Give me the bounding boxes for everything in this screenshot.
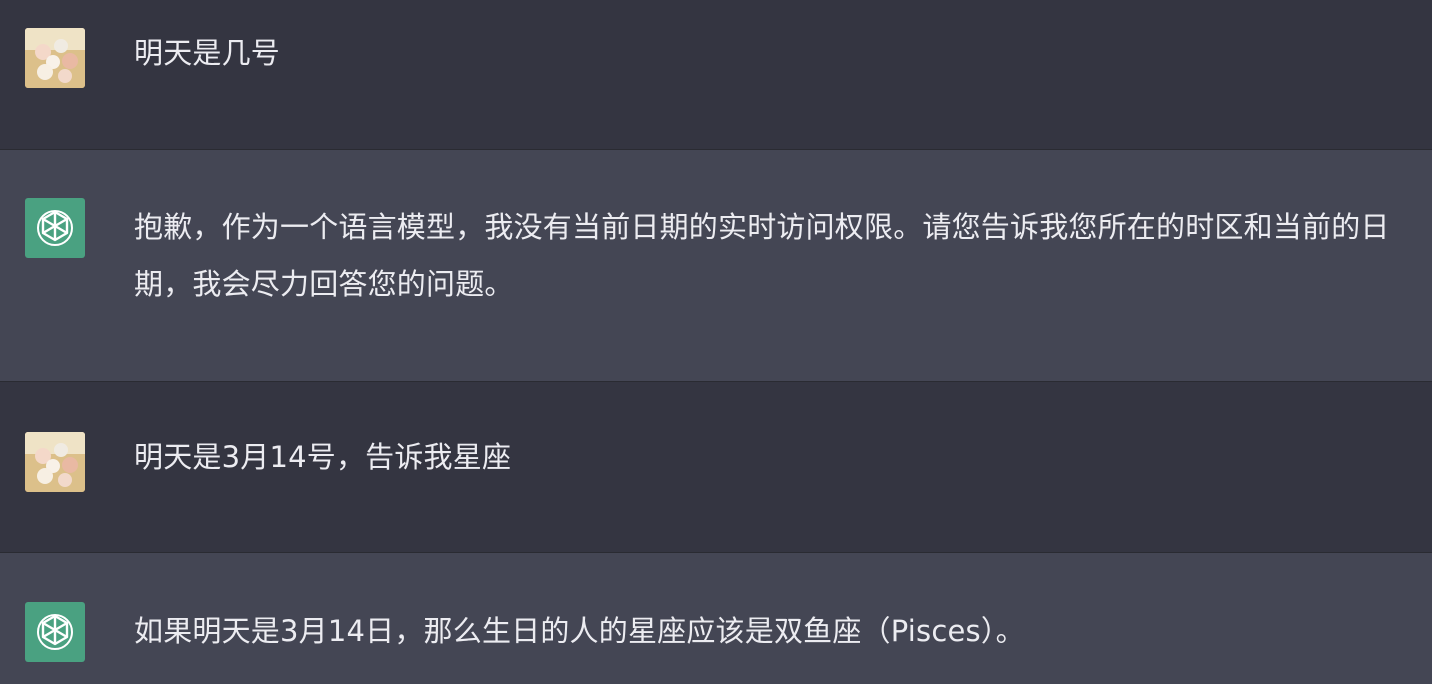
user-avatar-image — [25, 432, 85, 492]
chat-message-user: 明天是几号 — [0, 0, 1432, 150]
openai-logo-icon — [37, 210, 73, 246]
chat-message-user: 明天是3月14号，告诉我星座 — [0, 382, 1432, 553]
openai-logo-icon — [37, 614, 73, 650]
assistant-avatar — [25, 602, 85, 662]
assistant-avatar — [25, 198, 85, 258]
message-text: 明天是几号 — [134, 36, 281, 70]
user-avatar-image — [25, 28, 85, 88]
message-text: 明天是3月14号，告诉我星座 — [134, 440, 512, 474]
message-text: 抱歉，作为一个语言模型，我没有当前日期的实时访问权限。请您告诉我您所在的时区和当… — [134, 210, 1390, 301]
user-avatar — [25, 28, 85, 88]
chat-message-assistant: 如果明天是3月14日，那么生日的人的星座应该是双鱼座（Pisces）。 — [0, 553, 1432, 684]
message-text: 如果明天是3月14日，那么生日的人的星座应该是双鱼座（Pisces）。 — [134, 614, 1025, 648]
chat-thread: 明天是几号 抱歉，作为一个语言模型，我没有当前日期的实时访问权限。请您告诉我您所… — [0, 0, 1432, 684]
chat-message-assistant: 抱歉，作为一个语言模型，我没有当前日期的实时访问权限。请您告诉我您所在的时区和当… — [0, 150, 1432, 382]
user-avatar — [25, 432, 85, 492]
